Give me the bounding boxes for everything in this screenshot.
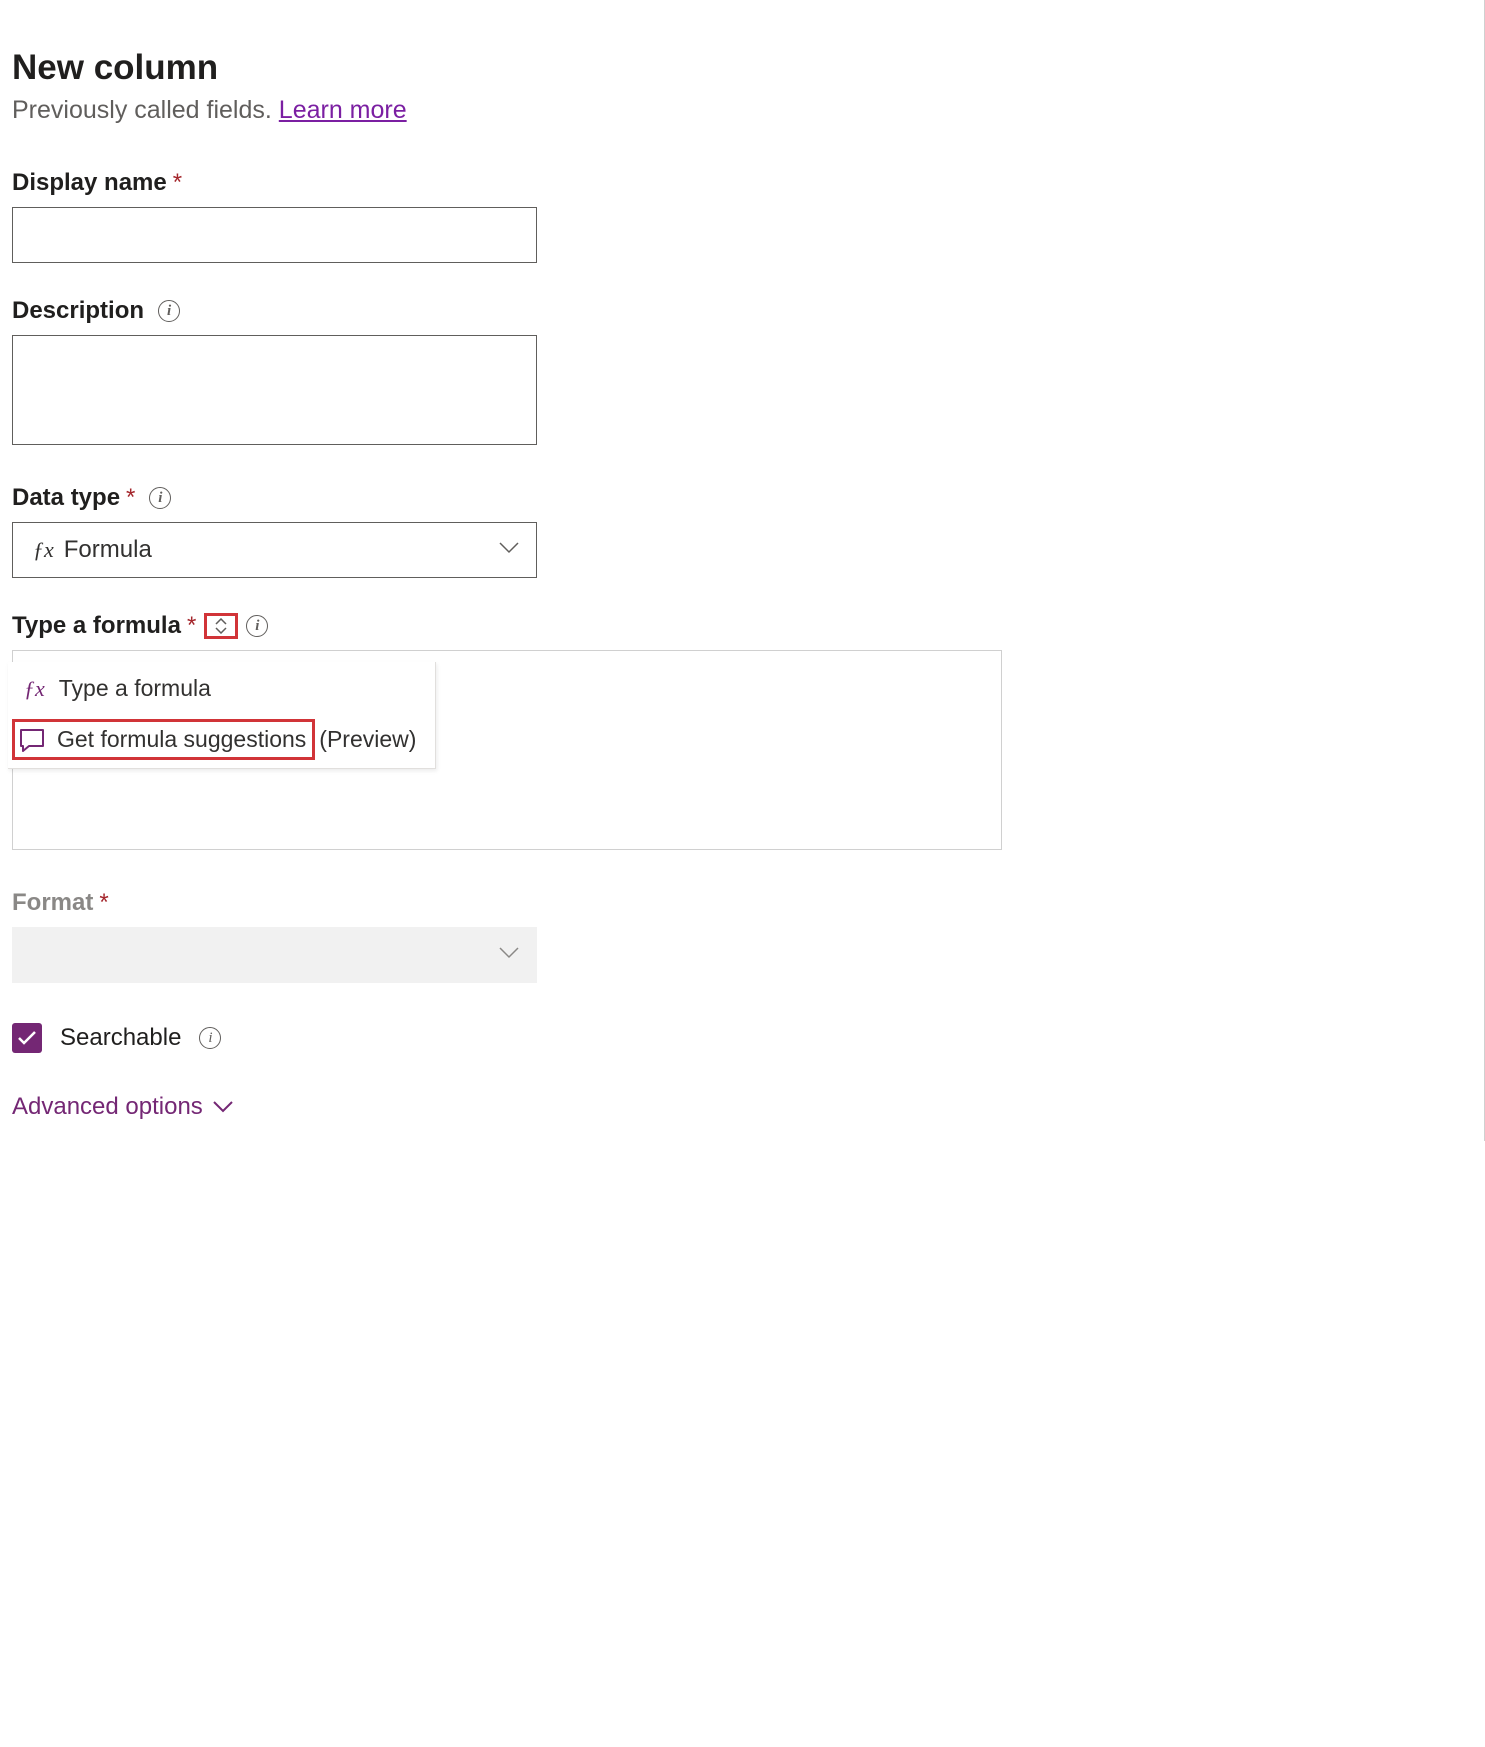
info-icon[interactable]: i [149, 487, 171, 509]
format-select[interactable] [12, 927, 537, 983]
chevron-down-icon [213, 1101, 233, 1113]
panel-subtitle: Previously called fields. Learn more [12, 96, 1472, 125]
required-indicator: * [126, 484, 135, 512]
dropdown-item-label: Type a formula [59, 675, 211, 702]
required-indicator: * [99, 889, 108, 917]
advanced-options-toggle[interactable]: Advanced options [12, 1093, 1472, 1121]
formula-mode-toggle[interactable] [204, 613, 238, 639]
check-icon [18, 1031, 36, 1045]
dropdown-item-type-formula[interactable]: ƒx Type a formula [8, 662, 435, 715]
data-type-select[interactable]: ƒx Formula [12, 522, 537, 578]
dropdown-item-get-suggestions[interactable]: Get formula suggestions (Preview) [8, 715, 435, 768]
display-name-input[interactable] [12, 207, 537, 263]
required-indicator: * [187, 612, 196, 640]
format-label: Format * [12, 889, 1472, 917]
info-icon[interactable]: i [246, 615, 268, 637]
format-label-text: Format [12, 889, 93, 917]
data-type-label-text: Data type [12, 484, 120, 512]
description-label: Description i [12, 297, 1472, 325]
formula-label-text: Type a formula [12, 612, 181, 640]
chevron-up-icon [215, 618, 227, 625]
info-icon[interactable]: i [158, 300, 180, 322]
formula-label: Type a formula * i [12, 612, 1472, 640]
searchable-label: Searchable [60, 1024, 181, 1052]
formula-dropdown-menu: ƒx Type a formula Get formula suggestion… [8, 662, 436, 769]
panel-title: New column [12, 48, 1472, 88]
data-type-value: Formula [64, 536, 152, 564]
dropdown-item-label: Get formula suggestions [57, 726, 306, 753]
info-icon[interactable]: i [199, 1027, 221, 1049]
description-input[interactable] [12, 335, 537, 445]
description-label-text: Description [12, 297, 144, 325]
chevron-down-icon [215, 627, 227, 634]
searchable-checkbox[interactable] [12, 1023, 42, 1053]
display-name-label-text: Display name [12, 169, 167, 197]
advanced-options-label: Advanced options [12, 1093, 203, 1121]
required-indicator: * [173, 169, 182, 197]
data-type-label: Data type * i [12, 484, 1472, 512]
chat-icon [19, 728, 45, 752]
subtitle-text: Previously called fields. [12, 96, 279, 124]
learn-more-link[interactable]: Learn more [279, 96, 407, 124]
fx-icon: ƒx [33, 537, 54, 563]
fx-icon: ƒx [24, 676, 45, 702]
dropdown-item-suffix: (Preview) [319, 726, 416, 753]
display-name-label: Display name * [12, 169, 1472, 197]
highlight-box: Get formula suggestions [12, 719, 315, 760]
